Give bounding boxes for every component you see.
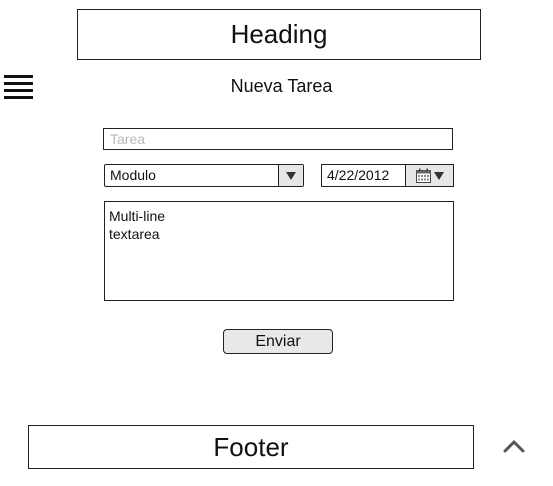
date-picker-field[interactable]: 4/22/2012 <box>321 164 454 187</box>
chevron-up-icon[interactable] <box>502 437 526 455</box>
submit-button[interactable]: Enviar <box>223 329 333 354</box>
module-select-arrow[interactable] <box>278 165 303 186</box>
module-select-value: Modulo <box>110 167 156 183</box>
calendar-icon <box>415 168 431 183</box>
date-picker-button[interactable] <box>405 165 453 186</box>
page-heading: Heading <box>77 9 481 60</box>
notes-textarea[interactable]: Multi-line textarea <box>104 201 454 301</box>
page-title: Nueva Tarea <box>0 76 553 97</box>
chevron-down-icon <box>286 171 296 180</box>
task-input[interactable] <box>103 128 453 150</box>
page-title-text: Nueva Tarea <box>230 76 333 96</box>
date-value[interactable]: 4/22/2012 <box>322 165 405 186</box>
chevron-down-icon <box>433 171 444 180</box>
page-footer: Footer <box>28 425 474 469</box>
module-select[interactable]: Modulo <box>104 164 304 187</box>
